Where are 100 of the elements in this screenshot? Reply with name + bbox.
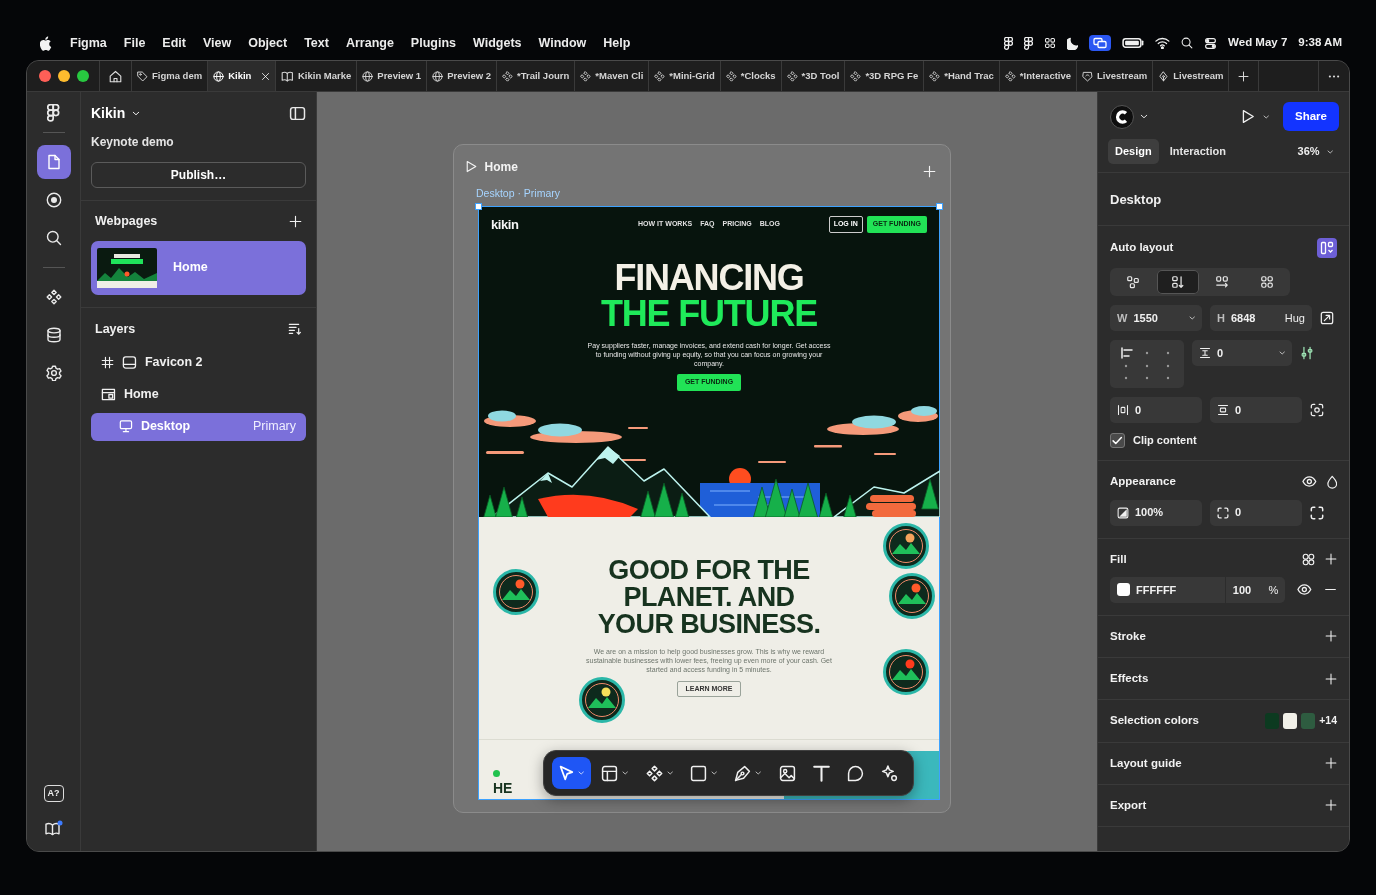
file-tab[interactable]: *3D RPG Fe [845, 61, 925, 91]
fill-opacity-field[interactable]: 100 % [1224, 576, 1286, 603]
width-field[interactable]: W 1550 [1110, 304, 1202, 331]
home-icon[interactable] [109, 69, 122, 83]
file-tab[interactable]: Livestream [1077, 61, 1154, 91]
apple-logo-icon[interactable] [40, 35, 53, 51]
menu-item[interactable]: Help [603, 33, 631, 53]
more-icon[interactable] [1328, 74, 1340, 78]
checkbox[interactable] [1110, 432, 1125, 448]
menu-item[interactable]: Edit [162, 33, 186, 53]
vertical-padding-field[interactable]: 0 [1210, 396, 1302, 423]
horizontal-padding-field[interactable]: 0 [1110, 396, 1202, 423]
zoom-button[interactable]: 36% [1291, 142, 1339, 161]
diamond-cluster-icon [502, 70, 513, 82]
alignment-control[interactable] [1110, 339, 1184, 388]
minimize-window-icon[interactable] [58, 70, 70, 82]
file-tab[interactable]: Preview 2 [427, 61, 497, 91]
share-button[interactable]: Share [1283, 102, 1339, 132]
layer-item[interactable]: Favicon 2 [91, 348, 306, 377]
menu-item[interactable]: Plugins [410, 33, 456, 53]
grid-status-icon[interactable] [1044, 37, 1056, 49]
website-frame[interactable] [478, 205, 940, 800]
wifi-icon[interactable] [1155, 37, 1171, 49]
eye-icon[interactable] [1301, 476, 1317, 488]
auto-layout-icon[interactable] [1317, 237, 1337, 258]
color-swatch-icon[interactable] [1301, 712, 1316, 729]
search-icon[interactable] [1181, 37, 1194, 49]
close-window-icon[interactable] [39, 70, 51, 82]
present-button[interactable] [1242, 109, 1270, 125]
layer-item[interactable]: Home [91, 380, 306, 409]
fill-color-field[interactable]: FFFFFF [1110, 576, 1225, 603]
app-status-icon[interactable] [1024, 36, 1033, 50]
figma-logo-icon[interactable] [47, 104, 60, 122]
menu-item[interactable]: File [123, 33, 146, 53]
panel-tab[interactable]: Interaction [1162, 139, 1233, 164]
file-tab[interactable]: Livestream [1153, 61, 1230, 91]
zoom-window-icon[interactable] [77, 70, 89, 82]
selection-handle-icon[interactable] [936, 202, 943, 210]
file-tab[interactable]: Kikin [208, 61, 277, 91]
file-tab[interactable]: *Maven Cli [575, 61, 650, 91]
color-swatch-icon[interactable] [1283, 712, 1298, 729]
menu-bar-time[interactable]: 9:38 AM [1298, 34, 1342, 52]
publish-button[interactable]: Publish… [91, 162, 306, 188]
file-tab[interactable]: *Hand Trac [924, 61, 1000, 91]
gap-field[interactable]: 0 [1192, 339, 1292, 366]
drop-icon[interactable] [1326, 474, 1337, 489]
panel-tab[interactable]: Design [1108, 139, 1159, 164]
style-grid-icon[interactable] [1302, 552, 1315, 566]
site-logo[interactable]: kikin [491, 216, 519, 232]
eye-icon[interactable] [1297, 584, 1312, 596]
file-tab[interactable]: *Interactive [999, 61, 1078, 91]
rail-button[interactable] [36, 145, 71, 179]
layer-item[interactable]: Desktop Primary [91, 412, 306, 441]
plus-icon[interactable] [1238, 70, 1250, 82]
tool-button[interactable] [552, 757, 592, 789]
file-tab[interactable]: Kikin Marke [276, 61, 358, 91]
resize-icon[interactable] [1320, 310, 1334, 325]
menu-bar-date[interactable]: Wed May 7 [1228, 34, 1288, 52]
menu-item[interactable]: Window [538, 33, 587, 53]
moon-icon[interactable] [1067, 36, 1079, 50]
direction-option[interactable] [1156, 269, 1199, 294]
list-filter-icon[interactable] [288, 323, 302, 336]
padding-mode-icon[interactable] [1310, 402, 1324, 417]
corner-settings-icon[interactable] [1310, 505, 1324, 520]
caret-icon[interactable] [1140, 114, 1148, 120]
webpage-item[interactable]: Home [91, 240, 306, 295]
fill-swatch-icon[interactable] [1117, 583, 1130, 597]
corner-radius-field[interactable]: 0 [1210, 499, 1302, 526]
height-field[interactable]: H 6848 Hug [1210, 304, 1312, 331]
menu-item[interactable]: View [202, 33, 232, 53]
file-tab[interactable]: *3D Tool [781, 61, 846, 91]
color-swatch-icon[interactable] [1265, 712, 1280, 729]
menu-item[interactable]: Text [304, 33, 329, 53]
file-tab[interactable]: Preview 1 [357, 61, 428, 91]
minus-icon[interactable] [1324, 588, 1337, 592]
menu-item[interactable]: Widgets [473, 33, 522, 53]
selection-handle-icon[interactable] [475, 202, 482, 210]
sidebar-toggle-icon[interactable] [288, 106, 306, 121]
control-center-icon[interactable] [1204, 36, 1218, 50]
book-icon[interactable] [44, 820, 63, 837]
sliders-icon[interactable] [1300, 345, 1314, 360]
plus-icon[interactable] [289, 214, 302, 228]
menu-item[interactable]: Object [248, 33, 288, 53]
screen-mirroring-icon[interactable] [1089, 35, 1112, 51]
file-tab[interactable]: *Trail Journ [497, 61, 576, 91]
horizontal-layout-icon [1215, 274, 1230, 289]
shortcuts-button[interactable]: A? [43, 784, 64, 802]
battery-icon[interactable] [1122, 38, 1145, 48]
close-icon[interactable] [261, 71, 271, 81]
app-status-icon[interactable] [1004, 36, 1013, 50]
play-icon[interactable] [466, 160, 477, 173]
project-menu-button[interactable]: Kikin [91, 103, 141, 124]
avatar-icon[interactable] [1110, 104, 1134, 129]
file-tab[interactable]: *Mini-Grid [649, 61, 721, 91]
more-colors-count[interactable]: +14 [1319, 713, 1337, 729]
menu-item[interactable]: Figma [70, 33, 107, 53]
section-title: Layers [95, 320, 136, 338]
opacity-field[interactable]: 100% [1110, 499, 1202, 526]
menu-item[interactable]: Arrange [345, 33, 394, 53]
file-tab[interactable]: *Clocks [720, 61, 782, 91]
